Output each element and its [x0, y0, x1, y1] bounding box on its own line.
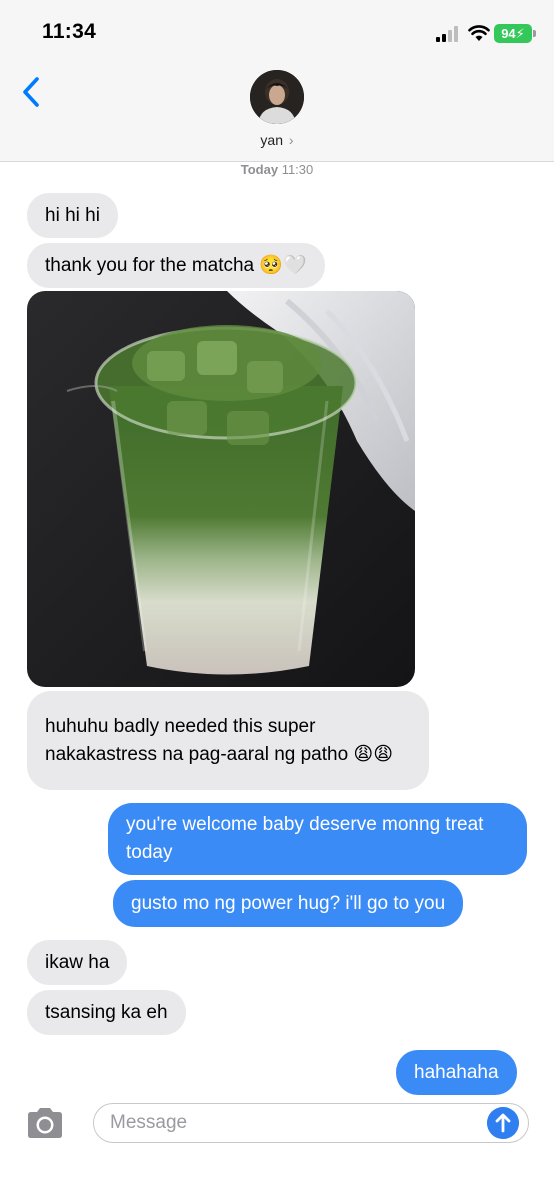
message-text: hahahaha: [414, 1062, 499, 1083]
contact-name: yan: [260, 132, 283, 148]
contact-name-button[interactable]: yan ›: [0, 132, 554, 148]
arrow-up-icon[interactable]: [487, 1107, 519, 1139]
message-text: you're welcome baby deserve monng treat …: [126, 814, 484, 863]
timestamp-day: Today: [240, 162, 279, 177]
camera-icon[interactable]: [24, 1107, 66, 1139]
message-bubble-outgoing[interactable]: you're welcome baby deserve monng treat …: [108, 803, 527, 875]
status-bar: 11:34 94⚡: [0, 0, 554, 62]
wifi-icon: [468, 25, 490, 41]
battery-tip: [533, 30, 536, 37]
message-text: gusto mo ng power hug? i'll go to you: [131, 893, 446, 914]
battery-indicator: 94⚡: [494, 24, 532, 43]
message-text: ikaw ha: [45, 952, 110, 973]
message-text: hi hi hi: [45, 205, 100, 226]
message-bubble-outgoing[interactable]: gusto mo ng power hug? i'll go to you: [113, 880, 464, 927]
message-bubble-incoming[interactable]: ikaw ha: [27, 940, 128, 985]
message-bubble-incoming[interactable]: huhuhu badly needed this super nakakastr…: [27, 691, 429, 790]
thread-timestamp: Today 11:30: [0, 162, 554, 177]
chevron-right-icon: ›: [288, 132, 294, 148]
matcha-photo: [27, 291, 415, 687]
message-bubble-incoming[interactable]: hi hi hi: [27, 193, 118, 238]
photo-message[interactable]: [27, 291, 415, 687]
composer-bar: [0, 1095, 554, 1200]
message-bubble-incoming[interactable]: tsansing ka eh: [27, 990, 186, 1035]
signal-icon: [436, 26, 458, 42]
message-bubble-outgoing[interactable]: hahahaha: [396, 1050, 517, 1095]
conversation-header: yan ›: [0, 62, 554, 162]
chevron-left-icon[interactable]: [18, 74, 44, 110]
status-time: 11:34: [42, 20, 97, 43]
message-text: thank you for the matcha 🥺🤍: [45, 255, 307, 276]
message-input[interactable]: [93, 1103, 529, 1143]
contact-avatar[interactable]: [250, 70, 304, 124]
message-bubble-incoming[interactable]: thank you for the matcha 🥺🤍: [27, 243, 325, 288]
message-text: huhuhu badly needed this super nakakastr…: [45, 715, 394, 765]
message-text: tsansing ka eh: [45, 1002, 168, 1023]
battery-level: 94: [501, 26, 516, 41]
timestamp-time: 11:30: [281, 162, 314, 177]
